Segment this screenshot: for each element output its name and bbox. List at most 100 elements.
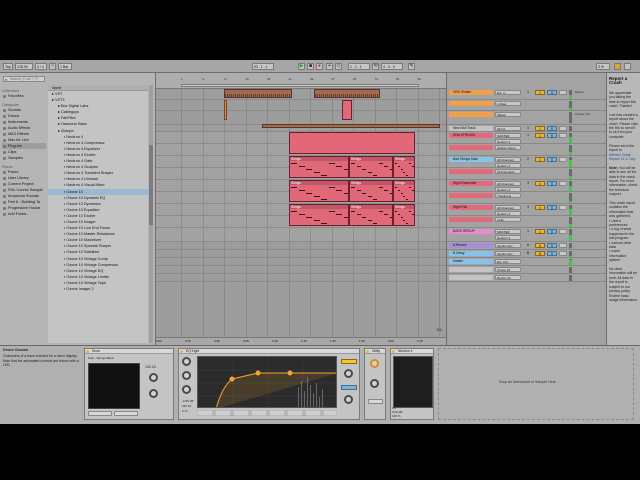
routing-select[interactable]: MASTER	[495, 229, 521, 234]
clip[interactable]: Strings	[349, 156, 393, 178]
track-lane[interactable]	[156, 250, 446, 258]
clip[interactable]	[289, 132, 415, 154]
track-lane[interactable]	[156, 89, 446, 100]
clip[interactable]: Strings	[349, 180, 393, 202]
track-header[interactable]: Bad Strings Main All Channels Neutron 422S	[447, 156, 607, 168]
arm-button[interactable]	[559, 157, 567, 162]
track-header[interactable]: All Pianoforte	[447, 168, 607, 180]
clip[interactable]	[262, 124, 440, 128]
eq-spectrum-display[interactable]	[197, 356, 337, 408]
solo-button[interactable]: S	[547, 90, 557, 95]
track-header[interactable]: Master Ext. Out	[447, 258, 607, 266]
routing-select-2[interactable]: Neutron 4	[495, 235, 521, 240]
solo-button[interactable]: S	[547, 157, 557, 162]
solo-button[interactable]: S	[547, 229, 557, 234]
clip[interactable]	[224, 100, 227, 120]
browser-search-input[interactable]: ⌕ Search (Cmd + F)	[3, 76, 45, 82]
routing-select[interactable]: All Channels	[495, 157, 521, 162]
routing-select[interactable]: Ozone 10	[495, 267, 521, 272]
tap-button[interactable]: Tap	[3, 63, 13, 70]
clip[interactable]	[314, 89, 380, 98]
time-ruler[interactable]: 0:00 0:15 0:30 0:45 1:00 1:15 1:30 1:45 2:00 2:15	[156, 337, 446, 345]
arm-button[interactable]	[559, 133, 567, 138]
routing-select[interactable]: All Ins	[495, 126, 521, 131]
track-name[interactable]	[449, 193, 493, 198]
track-activator-button[interactable]: B	[535, 251, 545, 256]
overview-scrubber[interactable]	[181, 84, 419, 87]
track-name[interactable]: Night Fall	[449, 205, 493, 210]
track-name[interactable]	[449, 145, 493, 150]
browser-scrollbar[interactable]	[149, 85, 153, 343]
device-power-icon[interactable]	[180, 350, 183, 353]
arrangement-view[interactable]: 1 9 17 25 33 41 49 57 65 73 81 89 0:00 0:15 0:30 0:45 1…	[156, 73, 446, 345]
loop-icon[interactable]: ⟲	[372, 63, 379, 70]
track-activator-button[interactable]: 4	[535, 205, 545, 210]
track-activator-button[interactable]: 3	[535, 181, 545, 186]
track-name[interactable]	[449, 101, 493, 106]
arm-button[interactable]	[559, 251, 567, 256]
track-name[interactable]	[449, 267, 493, 272]
arm-button[interactable]	[559, 181, 567, 186]
track-header[interactable]: VRD Shaker Ext. In 1 1 S Master	[447, 89, 607, 100]
warp-select[interactable]	[114, 411, 138, 416]
beat-ruler[interactable]: 1 9 17 25 33 41 49 57 65 73 81 89	[156, 73, 446, 89]
track-header[interactable]: DNA STRINGS MASTER Neutron 411S	[447, 132, 607, 144]
device-power-icon[interactable]	[86, 350, 89, 353]
routing-select[interactable]: All Channels	[495, 205, 521, 210]
solo-button[interactable]: S	[547, 126, 557, 131]
routing-select[interactable]: Device On	[495, 275, 521, 280]
loop-length[interactable]: 4 . 0 . 0	[381, 63, 403, 70]
track-name[interactable]: BASS GROUP	[449, 229, 493, 234]
clip[interactable]	[224, 89, 292, 98]
track-lane[interactable]	[156, 274, 446, 282]
track-activator-button[interactable]: A	[535, 243, 545, 248]
track-header[interactable]: Global Output	[447, 144, 607, 156]
solo-button[interactable]: S	[547, 181, 557, 186]
track-name[interactable]: DNA STRINGS	[449, 133, 493, 138]
time-signature[interactable]: 4 / 4	[35, 63, 47, 70]
crash-report-link[interactable]: Ableton Crash Report 11.1.7.zip	[609, 153, 638, 162]
transpose-knob[interactable]	[149, 389, 158, 398]
plugin-screen[interactable]	[393, 356, 433, 408]
track-header[interactable]: Master Cluster Out	[447, 111, 607, 125]
eq-mode-toggle[interactable]	[341, 385, 357, 390]
track-lane[interactable]	[156, 258, 446, 266]
track-name[interactable]	[449, 112, 493, 117]
device-drop-zone[interactable]: Drop an Instrument or Sample Here	[438, 348, 634, 420]
track-header[interactable]: Night Fall All Channels Neutron 444S	[447, 204, 607, 216]
track-name[interactable]	[449, 217, 493, 222]
automation-arm-icon[interactable]: ◇	[335, 63, 342, 70]
clip[interactable]: Strings	[289, 204, 349, 226]
track-name[interactable]: New Midi Track	[449, 126, 493, 131]
track-header[interactable]: New Midi Track All Ins 1 1 S	[447, 125, 607, 132]
arm-button[interactable]	[559, 229, 567, 234]
track-header[interactable]: BASS GROUP MASTER Neutron 411S	[447, 228, 607, 242]
clip[interactable]: Strings	[393, 156, 415, 178]
clip[interactable]: Strings	[289, 156, 349, 178]
track-header[interactable]: Cello	[447, 216, 607, 228]
track-name[interactable]: B Delay	[449, 251, 493, 256]
routing-select[interactable]: All Pianoforte	[495, 169, 521, 174]
clip[interactable]: Strings	[393, 180, 415, 202]
utility-device[interactable]: Utility	[364, 348, 386, 420]
clip[interactable]	[342, 100, 352, 120]
metronome-icon[interactable]: ○	[49, 63, 56, 70]
track-header[interactable]: Thesaurus	[447, 192, 607, 204]
loop-start[interactable]: 1 . 1 . 1	[348, 63, 370, 70]
eq-freq-knob[interactable]	[182, 357, 191, 366]
routing-select[interactable]: Ext. Out	[495, 259, 521, 264]
track-name[interactable]: Master	[449, 259, 493, 264]
solo-button[interactable]: S	[547, 133, 557, 138]
track-header[interactable]: A Reverb Sends Only A A S	[447, 242, 607, 250]
device-power-icon[interactable]	[392, 350, 395, 353]
arm-button[interactable]	[559, 126, 567, 131]
play-icon[interactable]: ▶	[298, 63, 305, 70]
draw-mode-icon[interactable]: ✎	[408, 63, 415, 70]
track-header[interactable]: B Delay Sends Only B B S	[447, 250, 607, 258]
eq-output-knob[interactable]	[344, 395, 353, 404]
volume-knob[interactable]	[149, 373, 158, 382]
routing-select[interactable]: Master	[495, 112, 521, 117]
routing-select[interactable]: Thesaurus	[495, 193, 521, 198]
collection-item[interactable]: Favorites	[2, 93, 46, 99]
track-activator-button[interactable]: 1	[535, 133, 545, 138]
